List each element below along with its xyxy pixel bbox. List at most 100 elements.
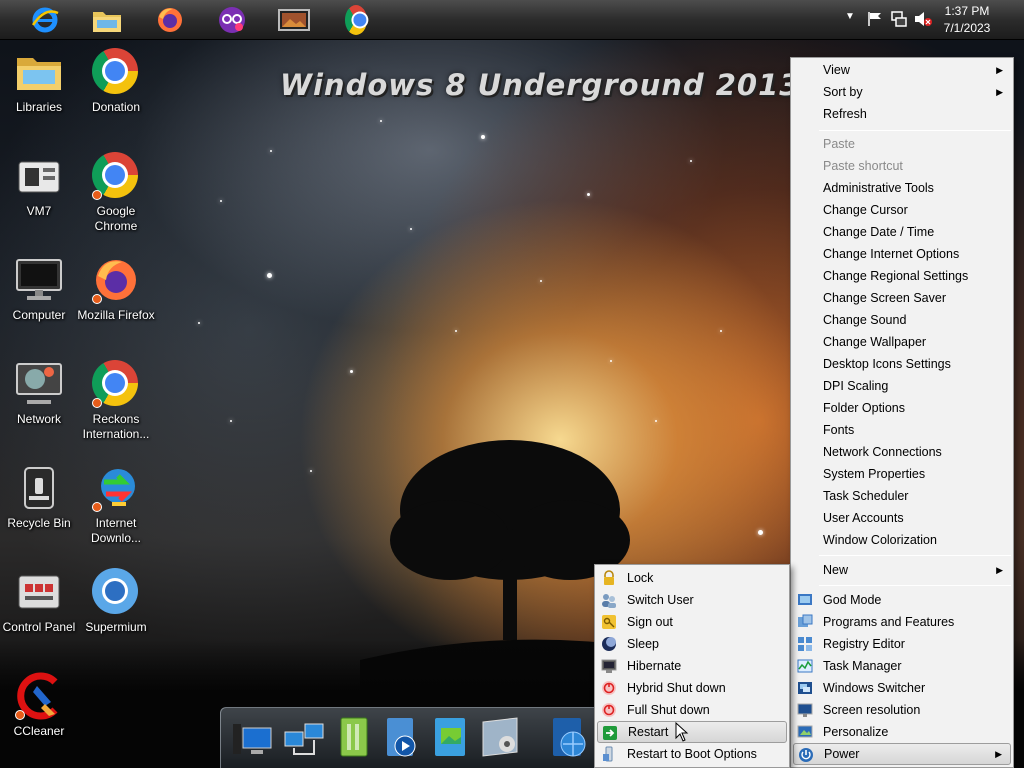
tray-overflow-icon[interactable]: ▼ xyxy=(845,11,863,27)
power-item-lock[interactable]: Lock xyxy=(597,567,787,589)
desktop-icon-google-chrome[interactable]: Google Chrome xyxy=(77,152,155,234)
internet-explorer-button[interactable] xyxy=(28,3,62,37)
shutdown-icon xyxy=(602,681,616,695)
menu-item-refresh[interactable]: Refresh xyxy=(793,103,1011,125)
desktop-context-menu: View ▶ Sort by ▶ Refresh Paste Paste short… xyxy=(790,57,1014,768)
firefox-button[interactable] xyxy=(153,3,187,37)
menu-item-paste[interactable]: Paste xyxy=(793,133,1011,155)
task-manager-icon xyxy=(797,659,813,673)
pictures-dock-icon[interactable] xyxy=(427,714,473,760)
file-explorer-button[interactable] xyxy=(90,3,124,37)
desktop-icon-vm7[interactable]: VM7 xyxy=(0,152,78,219)
globe-dock-icon[interactable] xyxy=(547,714,593,760)
desktop-icon-label: Computer xyxy=(12,308,66,322)
desktop-icon-label: Supermium xyxy=(85,620,147,634)
clock[interactable]: 1:37 PM 7/1/2023 xyxy=(937,3,997,37)
menu-item-window-colorization[interactable]: Window Colorization xyxy=(793,529,1011,551)
menu-item-administrative-tools[interactable]: Administrative Tools xyxy=(793,177,1011,199)
action-center-flag-icon[interactable] xyxy=(866,11,884,27)
menu-item-windows-switcher[interactable]: Windows Switcher xyxy=(793,677,1011,699)
chrome-button[interactable] xyxy=(339,3,373,37)
photo-viewer-icon xyxy=(278,9,310,31)
folder-icon xyxy=(93,12,121,32)
desktop-icon-label: CCleaner xyxy=(13,724,65,738)
power-item-restart[interactable]: Restart xyxy=(597,721,787,743)
menu-item-change-screen-saver[interactable]: Change Screen Saver xyxy=(793,287,1011,309)
power-item-full-shut-down[interactable]: Full Shut down xyxy=(597,699,787,721)
menu-item-registry-editor[interactable]: Registry Editor xyxy=(793,633,1011,655)
menu-item-task-manager[interactable]: Task Manager xyxy=(793,655,1011,677)
desktop-icon-libraries[interactable]: Libraries xyxy=(0,48,78,115)
desktop-icon-control-panel[interactable]: Control Panel xyxy=(0,568,78,635)
network-icon[interactable] xyxy=(890,11,908,27)
restart-arrow-icon xyxy=(603,726,617,740)
settings-dock-icon[interactable] xyxy=(477,714,523,760)
desktop-icon-network[interactable]: Network xyxy=(0,360,78,427)
menu-item-power[interactable]: Power ▶ xyxy=(793,743,1011,765)
private-browser-button[interactable] xyxy=(215,3,249,37)
menu-item-network-connections[interactable]: Network Connections xyxy=(793,441,1011,463)
desktop-icon-internet-download-manager[interactable]: Internet Downlo... xyxy=(77,464,155,546)
menu-item-label: Power xyxy=(824,747,860,761)
power-item-sign-out[interactable]: Sign out xyxy=(597,611,787,633)
desktop-icon-reckons[interactable]: Reckons Internation... xyxy=(77,360,155,442)
desktop-icon-mozilla-firefox[interactable]: Mozilla Firefox xyxy=(77,256,155,323)
shortcut-arrow-icon xyxy=(92,398,102,408)
menu-item-folder-options[interactable]: Folder Options xyxy=(793,397,1011,419)
menu-item-change-internet-options[interactable]: Change Internet Options xyxy=(793,243,1011,265)
network-dock-icon[interactable] xyxy=(281,714,327,760)
desktop-icon-label: Google Chrome xyxy=(94,204,138,233)
menu-item-new[interactable]: New ▶ xyxy=(793,559,1011,581)
my-computer-dock-icon[interactable] xyxy=(229,714,275,760)
submenu-arrow-icon: ▶ xyxy=(996,87,1003,97)
menu-item-change-date-time[interactable]: Change Date / Time xyxy=(793,221,1011,243)
photo-viewer-button[interactable] xyxy=(277,3,311,37)
shortcut-arrow-icon xyxy=(92,190,102,200)
menu-item-change-sound[interactable]: Change Sound xyxy=(793,309,1011,331)
menu-item-change-wallpaper[interactable]: Change Wallpaper xyxy=(793,331,1011,353)
menu-item-system-properties[interactable]: System Properties xyxy=(793,463,1011,485)
windows-switcher-icon xyxy=(798,682,812,694)
submenu-arrow-icon: ▶ xyxy=(996,65,1003,75)
desktop-icon-label: Internet Downlo... xyxy=(90,516,142,545)
menu-item-dpi-scaling[interactable]: DPI Scaling xyxy=(793,375,1011,397)
desktop-icon-recycle-bin[interactable]: Recycle Bin xyxy=(0,464,78,531)
power-item-hibernate[interactable]: Hibernate xyxy=(597,655,787,677)
menu-item-user-accounts[interactable]: User Accounts xyxy=(793,507,1011,529)
menu-item-label: View xyxy=(823,63,850,77)
desktop-icon-label: Control Panel xyxy=(2,620,76,634)
power-item-sleep[interactable]: Sleep xyxy=(597,633,787,655)
menu-item-fonts[interactable]: Fonts xyxy=(793,419,1011,441)
menu-item-change-cursor[interactable]: Change Cursor xyxy=(793,199,1011,221)
desktop-icon-computer[interactable]: Computer xyxy=(0,256,78,323)
desktop-icon-label: VM7 xyxy=(26,204,52,218)
menu-item-paste-shortcut[interactable]: Paste shortcut xyxy=(793,155,1011,177)
menu-item-personalize[interactable]: Personalize xyxy=(793,721,1011,743)
volume-muted-icon[interactable] xyxy=(914,11,932,27)
power-item-switch-user[interactable]: Switch User xyxy=(597,589,787,611)
libraries-dock-icon[interactable] xyxy=(331,714,377,760)
desktop-icon-donation[interactable]: Donation xyxy=(77,48,155,115)
power-item-restart-to-boot-options[interactable]: Restart to Boot Options xyxy=(597,743,787,765)
private-browsing-icon xyxy=(219,7,245,33)
registry-editor-icon xyxy=(798,637,812,651)
desktop-icon-ccleaner[interactable]: CCleaner xyxy=(0,672,78,739)
desktop-icon-supermium[interactable]: Supermium xyxy=(77,568,155,635)
menu-item-label: Paste xyxy=(823,137,855,151)
power-item-hybrid-shut-down[interactable]: Hybrid Shut down xyxy=(597,677,787,699)
vm-icon xyxy=(18,161,60,193)
menu-item-change-regional-settings[interactable]: Change Regional Settings xyxy=(793,265,1011,287)
menu-item-sort-by[interactable]: Sort by ▶ xyxy=(793,81,1011,103)
menu-item-desktop-icons-settings[interactable]: Desktop Icons Settings xyxy=(793,353,1011,375)
menu-item-god-mode[interactable]: God Mode xyxy=(793,589,1011,611)
desktop-icon-label: Libraries xyxy=(15,100,63,114)
menu-item-screen-resolution[interactable]: Screen resolution xyxy=(793,699,1011,721)
menu-item-task-scheduler[interactable]: Task Scheduler xyxy=(793,485,1011,507)
menu-item-programs-and-features[interactable]: Programs and Features xyxy=(793,611,1011,633)
media-player-dock-icon[interactable] xyxy=(379,714,425,760)
menu-item-view[interactable]: View ▶ xyxy=(793,59,1011,81)
sign-out-key-icon xyxy=(602,615,616,629)
libraries-folder-icon xyxy=(17,58,61,90)
menu-item-label: Refresh xyxy=(823,107,867,121)
sleep-moon-icon xyxy=(602,637,616,651)
